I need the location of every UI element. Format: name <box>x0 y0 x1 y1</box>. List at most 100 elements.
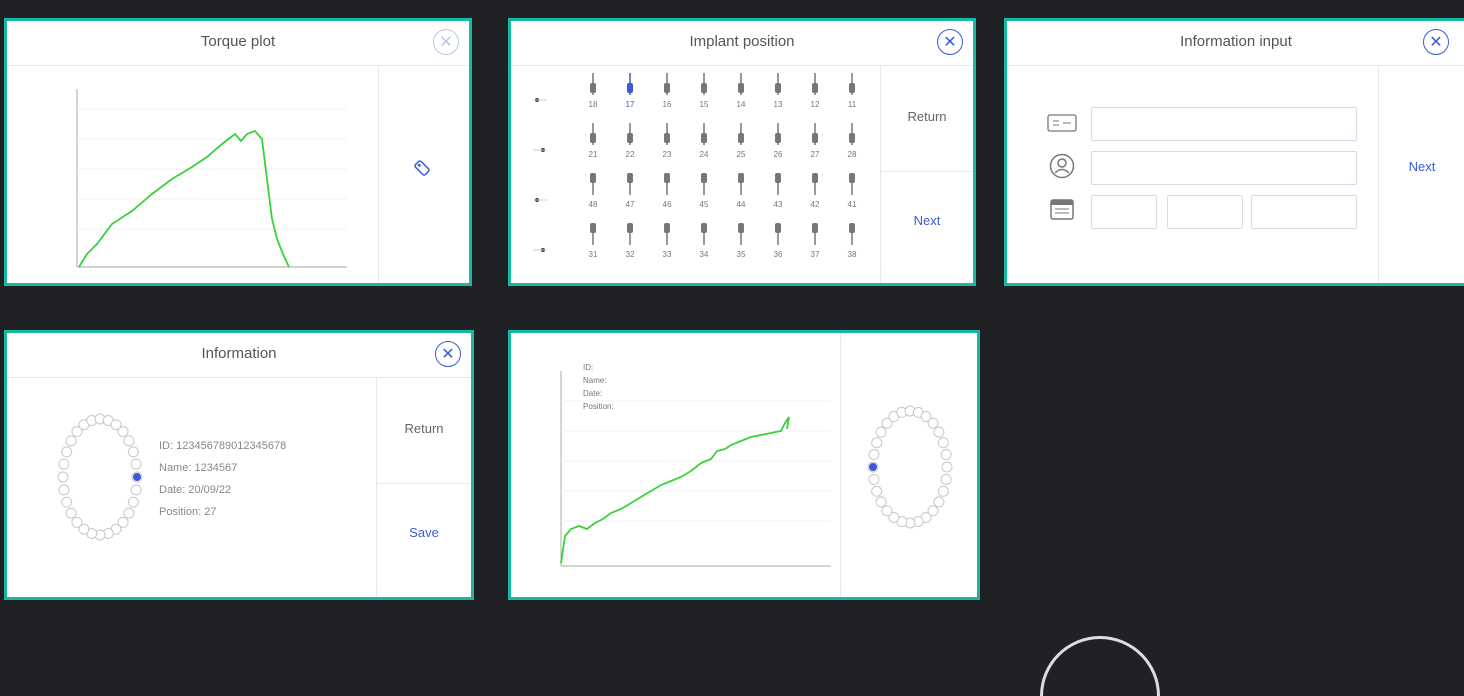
tooth-number: 16 <box>662 100 672 109</box>
date-day-field[interactable] <box>1091 195 1157 229</box>
tooth-number: 34 <box>699 250 709 259</box>
tooth-icon <box>655 123 679 150</box>
user-icon <box>1049 153 1075 184</box>
tooth-13[interactable]: 13 <box>766 73 790 117</box>
implant-position-panel: Implant position ✕ 18 17 16 15 14 13 12 11 21 22 2… <box>508 18 976 286</box>
tooth-22[interactable]: 22 <box>618 123 642 167</box>
next-button[interactable]: Next <box>1379 159 1464 174</box>
tooth-number: 13 <box>773 100 783 109</box>
return-button[interactable]: Return <box>377 421 471 436</box>
arch-tooth <box>871 485 883 497</box>
tooth-12[interactable]: 12 <box>803 73 827 117</box>
tooth-42[interactable]: 42 <box>803 173 827 217</box>
tooth-number: 38 <box>847 250 857 259</box>
tooth-48[interactable]: 48 <box>581 173 605 217</box>
chart-legend: ID: Name: Date: Position: <box>583 361 614 413</box>
tooth-14[interactable]: 14 <box>729 73 753 117</box>
tooth-number: 44 <box>736 200 746 209</box>
close-icon[interactable]: ✕ <box>433 29 459 55</box>
tooth-21[interactable]: 21 <box>581 123 605 167</box>
result-side-panel <box>840 333 977 597</box>
arch-tooth <box>881 505 893 517</box>
information-input-panel: Information input ✕ Next <box>1004 18 1464 286</box>
tooth-45[interactable]: 45 <box>692 173 716 217</box>
tooth-icon <box>729 73 753 100</box>
tooth-27[interactable]: 27 <box>803 123 827 167</box>
tooth-number: 37 <box>810 250 820 259</box>
tooth-icon <box>803 223 827 250</box>
information-panel: Information ✕ ID: 12345678901234567​8 Na… <box>4 330 474 600</box>
info-details: ID: 12345678901234567​8 Name: 1234567 Da… <box>159 435 286 523</box>
arch-tooth <box>58 458 70 470</box>
tooth-32[interactable]: 32 <box>618 223 642 267</box>
tooth-37[interactable]: 37 <box>803 223 827 267</box>
device-dial-edge <box>1040 636 1160 696</box>
legend-date: Date: <box>583 389 603 398</box>
save-button[interactable]: Save <box>377 525 471 540</box>
selected-tooth-marker <box>133 473 141 481</box>
tooth-icon <box>692 73 716 100</box>
tooth-icon <box>803 123 827 150</box>
tooth-icon <box>803 173 827 200</box>
date-year-field[interactable] <box>1251 195 1357 229</box>
legend-name: Name: <box>583 376 607 385</box>
torque-side-panel <box>378 65 469 283</box>
tooth-41[interactable]: 41 <box>840 173 864 217</box>
tooth-icon <box>618 73 642 100</box>
tooth-number: 26 <box>773 150 783 159</box>
close-icon[interactable]: ✕ <box>1423 29 1449 55</box>
arch-tooth <box>927 417 939 429</box>
tooth-icon <box>766 123 790 150</box>
tooth-icon <box>618 223 642 250</box>
next-button[interactable]: Next <box>881 213 973 228</box>
close-icon[interactable]: ✕ <box>937 29 963 55</box>
tooth-28[interactable]: 28 <box>840 123 864 167</box>
arch-tooth <box>65 507 77 519</box>
id-field[interactable] <box>1091 107 1357 141</box>
tooth-15[interactable]: 15 <box>692 73 716 117</box>
tooth-11[interactable]: 11 <box>840 73 864 117</box>
tooth-26[interactable]: 26 <box>766 123 790 167</box>
close-icon[interactable]: ✕ <box>435 341 461 367</box>
arch-tooth <box>57 471 69 483</box>
tooth-34[interactable]: 34 <box>692 223 716 267</box>
tooth-icon <box>766 73 790 100</box>
torque-plot-panel: Torque plot ✕ <box>4 18 472 286</box>
tooth-number: 18 <box>588 100 598 109</box>
arch-tooth <box>58 484 70 496</box>
tooth-47[interactable]: 47 <box>618 173 642 217</box>
tooth-icon <box>803 73 827 100</box>
tooth-46[interactable]: 46 <box>655 173 679 217</box>
tooth-31[interactable]: 31 <box>581 223 605 267</box>
tooth-number: 43 <box>773 200 783 209</box>
tooth-33[interactable]: 33 <box>655 223 679 267</box>
arch-tooth <box>871 437 883 449</box>
tooth-number: 41 <box>847 200 857 209</box>
tooth-25[interactable]: 25 <box>729 123 753 167</box>
result-line <box>560 416 790 564</box>
save-tag-icon[interactable] <box>411 157 431 177</box>
tooth-icon <box>618 173 642 200</box>
tooth-24[interactable]: 24 <box>692 123 716 167</box>
legend-position: Position: <box>583 402 614 411</box>
panel-title: Implant position <box>511 21 973 66</box>
tooth-16[interactable]: 16 <box>655 73 679 117</box>
result-chart-panel: ID: Name: Date: Position: <box>508 330 980 600</box>
tooth-number: 24 <box>699 150 709 159</box>
date-month-field[interactable] <box>1167 195 1243 229</box>
date-text: Date: 20/09/22 <box>159 484 232 496</box>
tooth-44[interactable]: 44 <box>729 173 753 217</box>
tooth-icon <box>840 223 864 250</box>
tooth-36[interactable]: 36 <box>766 223 790 267</box>
tooth-icon <box>766 173 790 200</box>
tooth-35[interactable]: 35 <box>729 223 753 267</box>
tooth-23[interactable]: 23 <box>655 123 679 167</box>
panel-title: Information <box>7 333 471 378</box>
arch-tooth <box>941 461 953 473</box>
name-field[interactable] <box>1091 151 1357 185</box>
tooth-17[interactable]: 17 <box>618 73 642 117</box>
tooth-18[interactable]: 18 <box>581 73 605 117</box>
return-button[interactable]: Return <box>881 109 973 124</box>
tooth-38[interactable]: 38 <box>840 223 864 267</box>
tooth-43[interactable]: 43 <box>766 173 790 217</box>
